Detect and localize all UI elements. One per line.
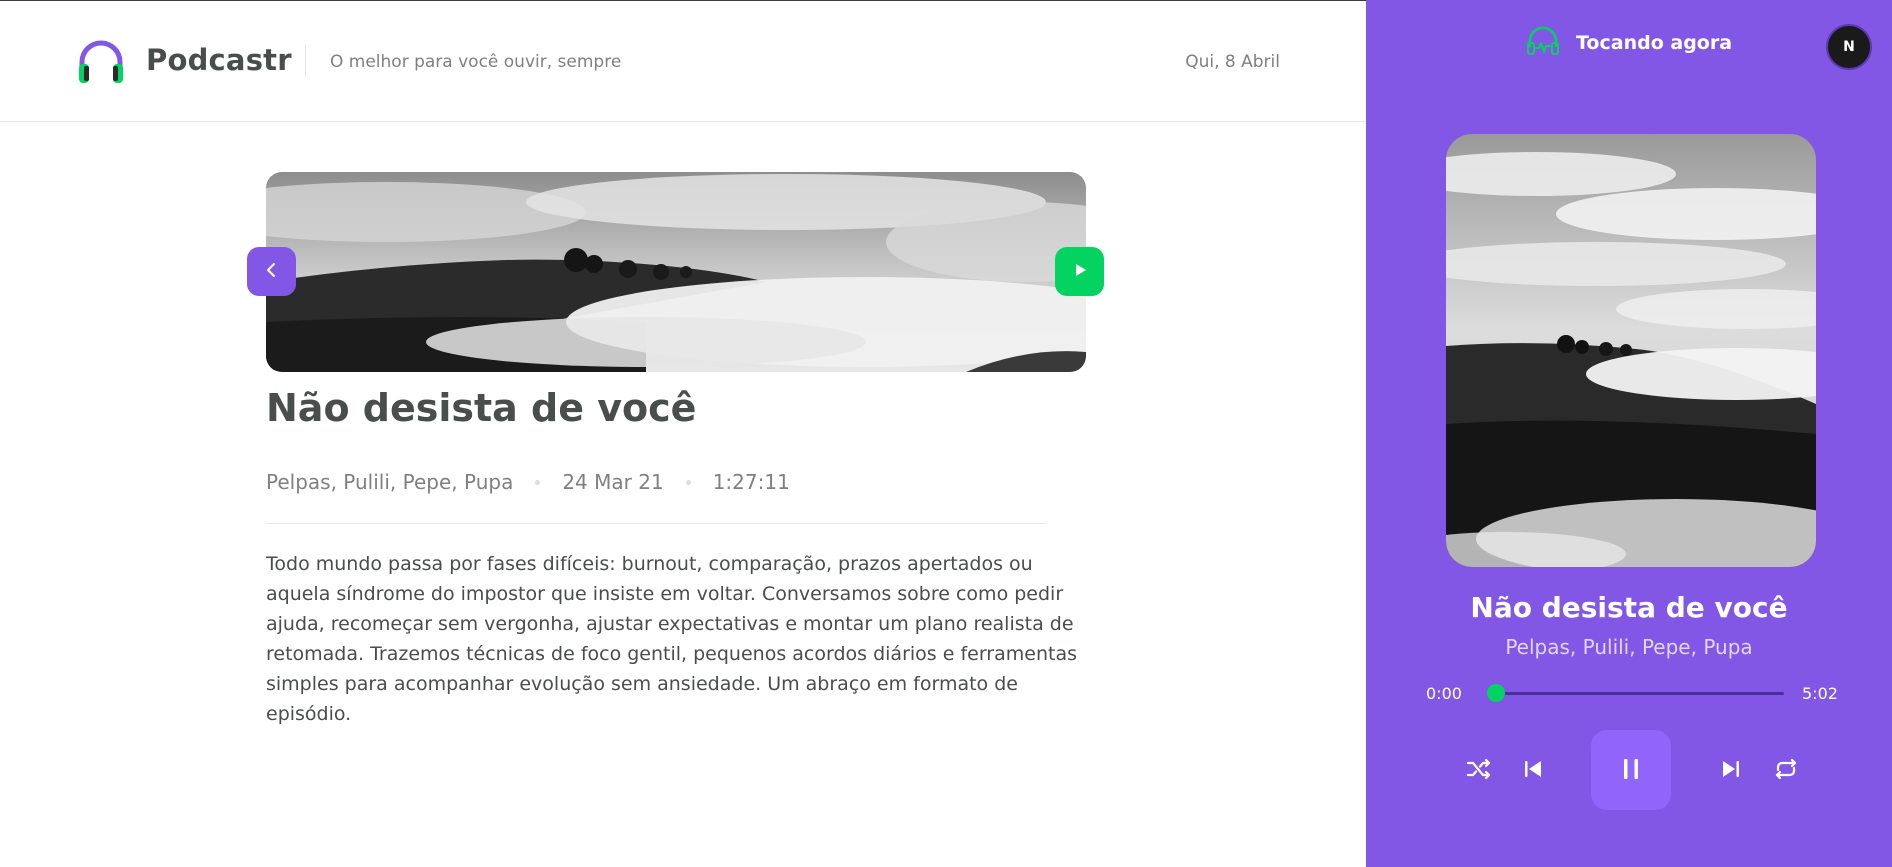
chevron-left-icon bbox=[263, 261, 281, 282]
brand-name: Podcastr bbox=[146, 43, 292, 77]
header-divider bbox=[305, 45, 306, 77]
current-date: Qui, 8 Abril bbox=[1185, 52, 1280, 72]
user-avatar[interactable]: N bbox=[1826, 24, 1872, 70]
repeat-icon bbox=[1772, 755, 1800, 786]
current-time: 0:00 bbox=[1426, 684, 1462, 703]
tagline: O melhor para você ouvir, sempre bbox=[330, 52, 622, 72]
play-episode-button[interactable] bbox=[1055, 247, 1104, 296]
progress-slider[interactable] bbox=[1487, 683, 1784, 703]
episode-published-date: 24 Mar 21 bbox=[562, 470, 664, 494]
episode-cover-image bbox=[266, 172, 1086, 372]
progress-handle[interactable] bbox=[1487, 684, 1505, 702]
meta-separator bbox=[535, 479, 541, 485]
headphones-icon bbox=[76, 37, 126, 87]
total-time: 5:02 bbox=[1802, 684, 1838, 703]
episode-duration: 1:27:11 bbox=[712, 470, 790, 494]
headphones-playing-icon bbox=[1526, 26, 1560, 60]
now-playing-label: Tocando agora bbox=[1576, 32, 1733, 54]
episode-description: Todo mundo passa por fases difíceis: bur… bbox=[266, 553, 1077, 725]
shuffle-icon bbox=[1465, 755, 1493, 786]
play-icon bbox=[1071, 261, 1089, 282]
pause-button[interactable] bbox=[1591, 730, 1671, 810]
shuffle-button[interactable] bbox=[1459, 750, 1499, 790]
player-cover-image bbox=[1446, 134, 1816, 567]
episode-meta: Pelpas, Pulili, Pepe, Pupa 24 Mar 21 1:2… bbox=[266, 470, 790, 494]
episode-members: Pelpas, Pulili, Pepe, Pupa bbox=[266, 470, 514, 494]
progress-track bbox=[1487, 692, 1784, 695]
player-episode-members: Pelpas, Pulili, Pepe, Pupa bbox=[1505, 635, 1753, 659]
previous-button[interactable] bbox=[1513, 750, 1553, 790]
meta-separator bbox=[685, 479, 691, 485]
player-episode-title: Não desista de você bbox=[1470, 591, 1788, 624]
app-header: Podcastr O melhor para você ouvir, sempr… bbox=[0, 1, 1366, 122]
episode-title: Não desista de você bbox=[266, 386, 697, 430]
avatar-initial: N bbox=[1843, 39, 1855, 55]
player-panel: Tocando agora N Não desista de você Pelp… bbox=[1366, 0, 1892, 867]
content-divider bbox=[266, 523, 1046, 524]
back-button[interactable] bbox=[247, 247, 296, 296]
pause-icon bbox=[1618, 756, 1644, 785]
skip-next-icon bbox=[1719, 757, 1743, 784]
skip-previous-icon bbox=[1521, 757, 1545, 784]
repeat-button[interactable] bbox=[1766, 750, 1806, 790]
next-button[interactable] bbox=[1711, 750, 1751, 790]
player-header: Tocando agora bbox=[1526, 26, 1732, 60]
